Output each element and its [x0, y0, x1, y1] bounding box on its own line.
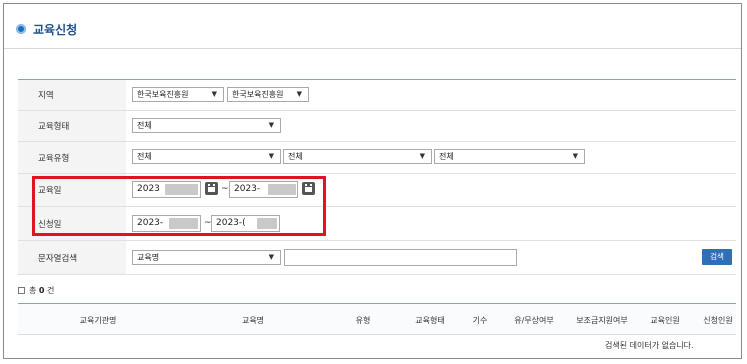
region-select-2-value: 한국보육진흥원: [232, 90, 284, 99]
col-paid-free: 유/무상여부: [514, 316, 554, 325]
edu-form-label-cell: 교육형태: [18, 111, 126, 141]
region-select-1-value: 한국보육진흥원: [137, 90, 189, 99]
chevron-down-icon: ▼: [268, 121, 274, 129]
region-label: 지역: [38, 91, 54, 101]
col-course-name: 교육명: [241, 316, 265, 325]
edu-form-label: 교육형태: [38, 122, 70, 132]
chevron-down-icon: ▼: [419, 152, 425, 160]
col-type: 유형: [355, 316, 371, 325]
chevron-down-icon: ▼: [572, 152, 578, 160]
chevron-down-icon: ▼: [268, 152, 274, 160]
col-institution: 교육기관명: [79, 316, 117, 325]
total-suffix: 건: [47, 286, 55, 295]
edu-type-select-2[interactable]: 전체 ▼: [283, 149, 432, 164]
edu-type-label: 교육유형: [38, 153, 70, 164]
highlight-box: [32, 176, 326, 236]
bullet-circle-icon: [16, 24, 26, 34]
text-search-row: 문자열검색 교육명 ▼: [18, 241, 736, 275]
edu-type-select-2-value: 전체: [288, 152, 303, 161]
edu-type-select-3-value: 전체: [439, 152, 454, 161]
text-search-select[interactable]: 교육명 ▼: [132, 250, 281, 265]
col-applicants: 신청인원: [703, 316, 733, 325]
edu-type-select-1[interactable]: 전체 ▼: [132, 149, 281, 164]
page-header: 교육신청: [4, 4, 741, 49]
edu-type-select-3[interactable]: 전체 ▼: [434, 149, 585, 164]
result-count: 총 0 건: [18, 285, 54, 296]
edu-form-select-value: 전체: [137, 121, 152, 130]
search-button[interactable]: 검색: [702, 249, 732, 265]
chevron-down-icon: ▼: [211, 90, 217, 98]
text-search-label: 문자열검색: [38, 253, 78, 264]
edu-form-select[interactable]: 전체 ▼: [132, 118, 281, 133]
col-capacity: 교육인원: [650, 316, 680, 325]
chevron-down-icon: ▼: [268, 253, 274, 261]
text-search-select-value: 교육명: [137, 253, 160, 262]
table-header: 교육기관명 교육명 유형 교육형태 기수 유/무상여부 보조금지원여부 교육인원…: [18, 303, 736, 335]
region-label-cell: 지역: [18, 80, 126, 110]
total-prefix: 총: [29, 286, 37, 295]
chevron-down-icon: ▼: [296, 90, 302, 98]
text-search-label-cell: 문자열검색: [18, 241, 126, 274]
region-select-1[interactable]: 한국보육진흥원 ▼: [132, 87, 224, 102]
col-session: 기수: [472, 316, 488, 325]
edu-form-row: 교육형태 전체 ▼: [18, 111, 736, 142]
col-edu-form: 교육형태: [415, 316, 445, 325]
edu-type-row: 교육유형 전체 ▼ 전체 ▼ 전체 ▼: [18, 142, 736, 174]
list-icon: [18, 287, 25, 294]
empty-message: 검색된 데이터가 없습니다.: [605, 341, 694, 350]
edu-type-select-1-value: 전체: [137, 152, 152, 161]
text-search-input[interactable]: [284, 249, 517, 266]
region-select-2[interactable]: 한국보육진흥원 ▼: [227, 87, 309, 102]
region-row: 지역 한국보육진흥원 ▼ 한국보육진흥원 ▼: [18, 80, 736, 111]
edu-type-label-cell: 교육유형: [18, 142, 126, 173]
col-subsidy: 보조금지원여부: [576, 316, 628, 325]
total-count: 0: [38, 286, 45, 295]
page-title: 교육신청: [33, 23, 78, 37]
